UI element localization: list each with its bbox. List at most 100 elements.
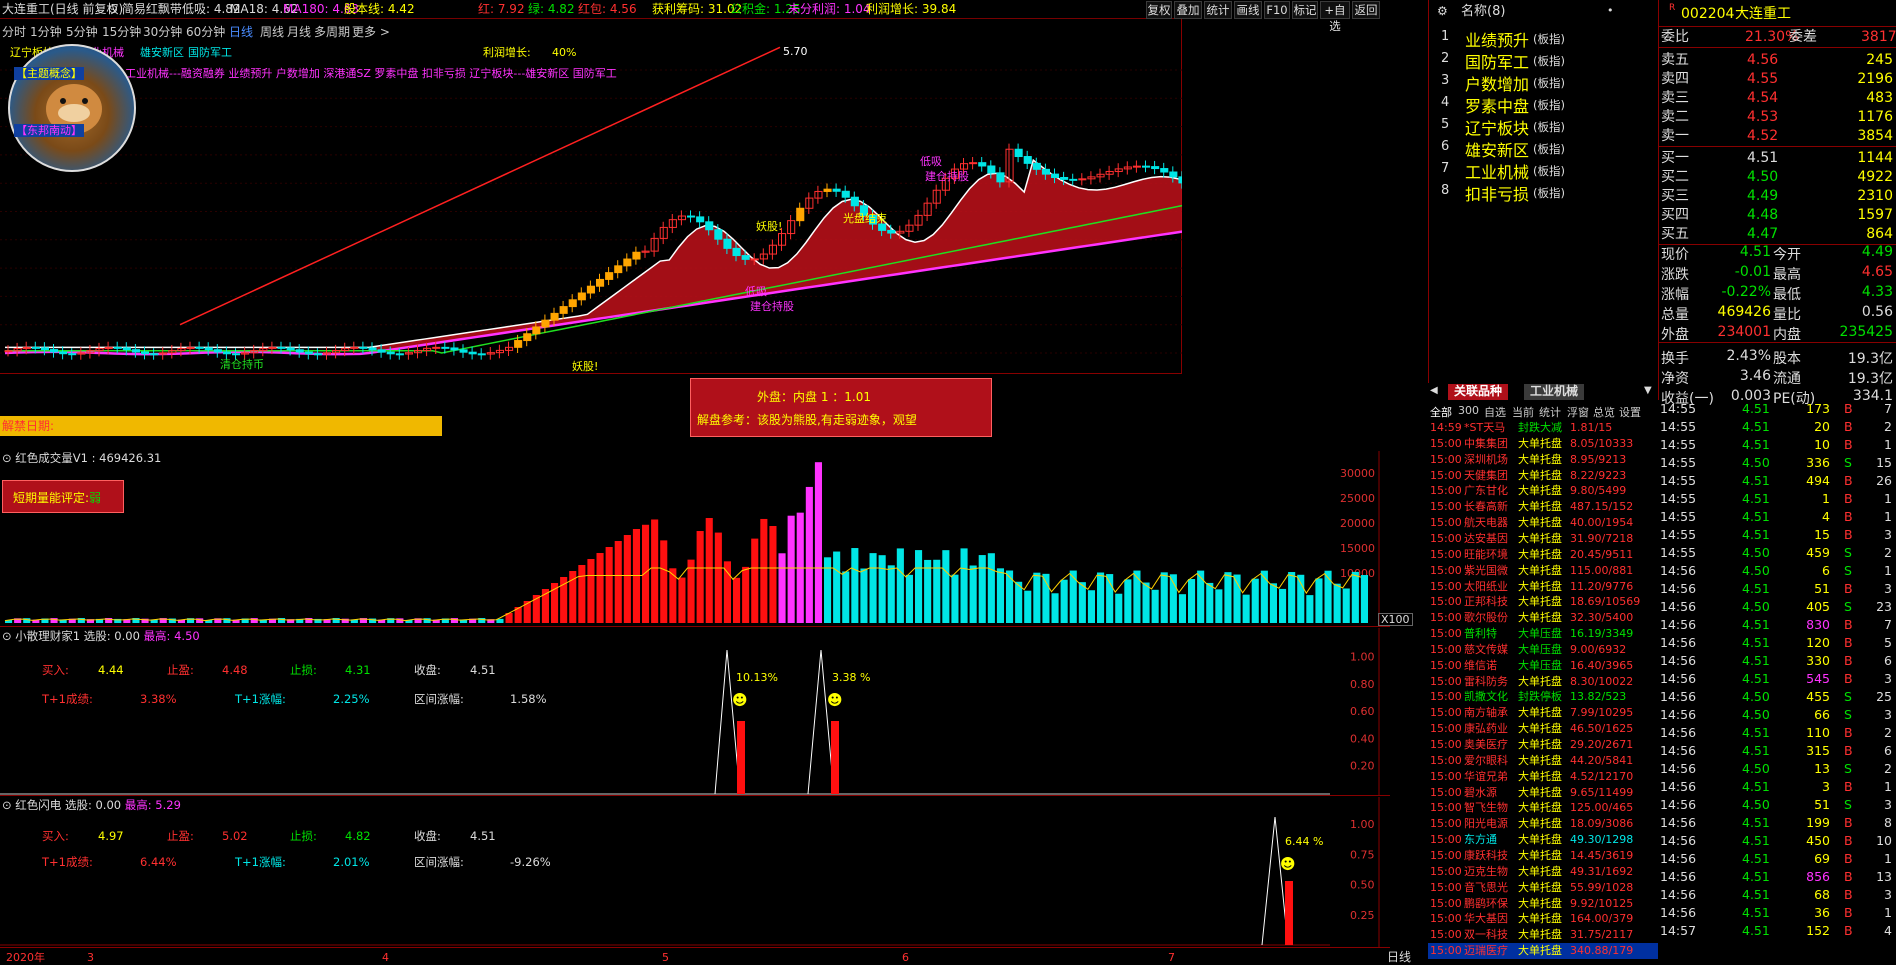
volume-bar[interactable]: [1097, 572, 1105, 623]
candle-body[interactable]: [1069, 178, 1078, 181]
candle-body[interactable]: [386, 351, 395, 355]
candle-body[interactable]: [232, 353, 241, 356]
candle-body[interactable]: [605, 272, 614, 280]
volume-bar[interactable]: [714, 532, 722, 623]
candle-body[interactable]: [714, 229, 723, 240]
news-row[interactable]: 15:00 普利特 大单压盘 16.19/3349: [1428, 626, 1658, 642]
candle-body[interactable]: [1096, 173, 1105, 178]
candle-body[interactable]: [841, 190, 850, 198]
candle-body[interactable]: [59, 351, 68, 355]
candle-body[interactable]: [131, 349, 140, 353]
news-row[interactable]: 15:00 广东甘化 大单托盘 9.80/5499: [1428, 483, 1658, 499]
order-book-row[interactable]: 买二 4.50 4922: [1659, 168, 1896, 186]
related-subtab[interactable]: 全部: [1430, 404, 1452, 420]
volume-bar[interactable]: [742, 566, 750, 623]
related-subtab[interactable]: 总览: [1593, 404, 1615, 420]
volume-bar[interactable]: [1324, 570, 1332, 623]
volume-bar[interactable]: [1315, 578, 1323, 623]
volume-bar[interactable]: [614, 541, 622, 623]
volume-bar[interactable]: [1297, 574, 1305, 623]
news-row[interactable]: 15:00 雷科防务 大单托盘 8.30/10022: [1428, 674, 1658, 690]
volume-bar[interactable]: [660, 540, 668, 623]
candle-body[interactable]: [1087, 176, 1096, 180]
news-row[interactable]: 15:00 康弘药业 大单托盘 46.50/1625: [1428, 721, 1658, 737]
sector-item[interactable]: 5 辽宁板块 (板指): [1429, 115, 1659, 138]
candle-body[interactable]: [304, 351, 313, 355]
news-row[interactable]: 15:00 碧水源 大单托盘 9.65/11499: [1428, 785, 1658, 801]
volume-bar[interactable]: [942, 550, 950, 623]
candle-body[interactable]: [168, 350, 177, 354]
candle-body[interactable]: [969, 162, 978, 165]
candle-body[interactable]: [450, 347, 459, 351]
volume-bar[interactable]: [1269, 583, 1277, 623]
candle-body[interactable]: [641, 250, 650, 253]
news-row[interactable]: 15:00 东方通 大单托盘 49.30/1298: [1428, 832, 1658, 848]
volume-bar[interactable]: [1251, 578, 1259, 623]
volume-bar[interactable]: [1260, 570, 1268, 623]
dot-icon[interactable]: •: [1607, 5, 1614, 16]
candle-body[interactable]: [4, 350, 13, 353]
volume-bar[interactable]: [878, 555, 886, 623]
news-row[interactable]: 15:00 奥美医疗 大单托盘 29.20/2671: [1428, 737, 1658, 753]
volume-bar[interactable]: [1060, 579, 1068, 623]
candle-body[interactable]: [359, 346, 368, 349]
volume-chart[interactable]: 3000025000200001500010000: [0, 451, 1390, 627]
volume-bar[interactable]: [642, 524, 650, 623]
order-book-row[interactable]: 卖一 4.52 3854: [1659, 127, 1896, 145]
candle-body[interactable]: [932, 189, 941, 204]
news-row[interactable]: 15:00 深圳机场 大单托盘 8.95/9213: [1428, 452, 1658, 468]
volume-bar[interactable]: [1133, 570, 1141, 623]
candle-body[interactable]: [987, 165, 996, 174]
volume-bar[interactable]: [924, 559, 932, 623]
candle-body[interactable]: [741, 255, 750, 260]
order-book-row[interactable]: 买三 4.49 2310: [1659, 187, 1896, 205]
volume-bar[interactable]: [1015, 581, 1023, 623]
volume-bar[interactable]: [760, 518, 768, 623]
candle-body[interactable]: [423, 347, 432, 351]
chevron-down-icon[interactable]: ▼: [1644, 386, 1652, 396]
candle-body[interactable]: [1060, 176, 1069, 180]
candle-body[interactable]: [960, 163, 969, 170]
candle-body[interactable]: [805, 197, 814, 209]
order-book-row[interactable]: 买四 4.48 1597: [1659, 206, 1896, 224]
sector-item[interactable]: 7 工业机械 (板指): [1429, 159, 1659, 182]
volume-bar[interactable]: [951, 574, 959, 623]
volume-bar[interactable]: [915, 550, 923, 623]
candle-body[interactable]: [1041, 168, 1051, 175]
volume-bar[interactable]: [569, 571, 577, 623]
news-row[interactable]: 15:00 正邦科技 大单托盘 18.69/10569: [1428, 594, 1658, 610]
order-flow-popup[interactable]: 外盘：内盘 1 ：1.01 解盘参考：该股为熊股,有走弱迹象，观望: [690, 378, 992, 437]
candle-body[interactable]: [1105, 170, 1114, 175]
volume-bar[interactable]: [1024, 590, 1032, 623]
news-row[interactable]: 15:00 维信诺 大单压盘 16.40/3965: [1428, 658, 1658, 674]
volume-bar[interactable]: [824, 557, 832, 623]
volume-bar[interactable]: [578, 565, 586, 623]
toolbar-button[interactable]: 统计: [1204, 1, 1232, 19]
candle-body[interactable]: [13, 348, 22, 352]
news-row[interactable]: 15:00 航天电器 大单托盘 40.00/1954: [1428, 515, 1658, 531]
volume-bar[interactable]: [1233, 574, 1241, 623]
candle-body[interactable]: [778, 233, 787, 246]
candle-body[interactable]: [477, 353, 486, 356]
volume-bar[interactable]: [587, 559, 595, 623]
news-row[interactable]: 15:00 旺能环境 大单托盘 20.45/9511: [1428, 547, 1658, 563]
order-book-row[interactable]: 卖五 4.56 245: [1659, 51, 1896, 69]
candle-body[interactable]: [623, 258, 632, 267]
candle-body[interactable]: [1151, 166, 1160, 170]
candle-body[interactable]: [368, 347, 377, 351]
news-row[interactable]: 15:00 华大基因 大单托盘 164.00/379: [1428, 911, 1658, 927]
volume-bar[interactable]: [1206, 582, 1214, 623]
sector-item[interactable]: 8 扣非亏损 (板指): [1429, 181, 1659, 204]
candle-body[interactable]: [122, 347, 131, 351]
candle-body[interactable]: [796, 207, 805, 222]
volume-bar[interactable]: [896, 548, 904, 623]
candle-body[interactable]: [40, 347, 50, 351]
volume-bar[interactable]: [996, 568, 1004, 623]
toolbar-button[interactable]: 复权: [1146, 1, 1172, 19]
candle-body[interactable]: [1169, 171, 1178, 178]
toolbar-button[interactable]: F10: [1264, 1, 1290, 19]
volume-bar[interactable]: [1106, 574, 1114, 623]
volume-bar[interactable]: [769, 526, 777, 623]
candle-body[interactable]: [213, 349, 222, 353]
candle-body[interactable]: [887, 229, 896, 234]
